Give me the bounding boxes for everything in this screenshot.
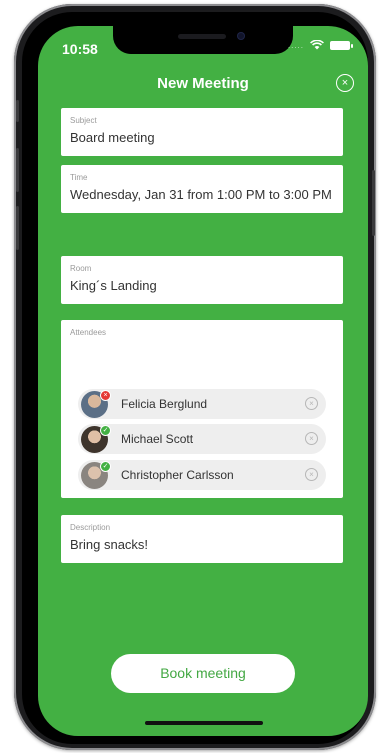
attendee-name: Felicia Berglund xyxy=(121,397,208,411)
remove-attendee-icon[interactable]: × xyxy=(305,432,318,445)
attendees-label: Attendees xyxy=(70,328,107,337)
remove-attendee-icon[interactable]: × xyxy=(305,397,318,410)
subject-value: Board meeting xyxy=(70,130,155,145)
room-field[interactable]: Room King´s Landing xyxy=(61,256,343,304)
room-value: King´s Landing xyxy=(70,278,157,293)
battery-icon xyxy=(330,40,353,50)
status-time: 10:58 xyxy=(62,41,98,57)
speaker xyxy=(178,34,226,39)
time-label: Time xyxy=(70,173,88,182)
volume-up-button xyxy=(16,148,19,192)
remove-attendee-icon[interactable]: × xyxy=(305,468,318,481)
accepted-status-icon: ✓ xyxy=(100,424,111,436)
declined-status-icon: × xyxy=(100,389,111,401)
page-title: New Meeting xyxy=(157,75,249,92)
subject-field[interactable]: Subject Board meeting xyxy=(61,108,343,156)
attendee-chip[interactable]: × Felicia Berglund × xyxy=(78,389,326,419)
avatar: × xyxy=(81,389,111,418)
attendee-name: Christopher Carlsson xyxy=(121,468,234,482)
front-camera xyxy=(237,32,245,40)
wifi-icon xyxy=(310,40,324,50)
attendees-field[interactable]: Attendees × Felicia Berglund × ✓ Michael… xyxy=(61,320,343,498)
room-label: Room xyxy=(70,264,92,273)
power-button xyxy=(372,170,375,236)
attendee-chip[interactable]: ✓ Christopher Carlsson × xyxy=(78,460,326,490)
subject-label: Subject xyxy=(70,116,97,125)
attendee-name: Michael Scott xyxy=(121,432,194,446)
notch xyxy=(113,26,293,54)
time-field[interactable]: Time Wednesday, Jan 31 from 1:00 PM to 3… xyxy=(61,165,343,213)
time-value: Wednesday, Jan 31 from 1:00 PM to 3:00 P… xyxy=(70,187,332,202)
book-meeting-button[interactable]: Book meeting xyxy=(111,654,295,693)
silent-switch xyxy=(16,100,19,122)
avatar: ✓ xyxy=(81,424,111,453)
status-icons: ..... xyxy=(287,40,353,50)
attendee-chip[interactable]: ✓ Michael Scott × xyxy=(78,424,326,454)
description-value: Bring snacks! xyxy=(70,537,149,552)
close-button[interactable]: × xyxy=(336,74,354,92)
description-label: Description xyxy=(70,523,111,532)
description-field[interactable]: Description Bring snacks! xyxy=(61,515,343,563)
accepted-status-icon: ✓ xyxy=(100,460,111,472)
signal-dots: ..... xyxy=(287,40,304,50)
avatar: ✓ xyxy=(81,460,111,489)
home-indicator[interactable] xyxy=(145,721,263,725)
screen: 10:58 ..... New Meeting × Subject Board … xyxy=(38,26,368,736)
volume-down-button xyxy=(16,206,19,250)
